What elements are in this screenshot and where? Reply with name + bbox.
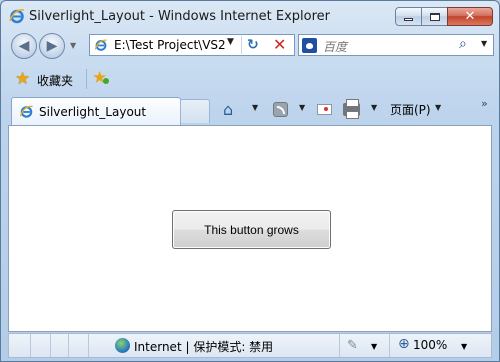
back-button[interactable]: ◀ [11,33,37,59]
back-icon: ◀ [18,38,30,54]
search-input[interactable]: 百度 [323,38,347,55]
search-box[interactable]: 百度 ⌕ ▼ [298,34,494,56]
ie-page-icon [94,39,107,51]
maximize-button[interactable] [421,7,448,26]
forward-icon: ▶ [46,38,58,54]
page-menu[interactable]: 页面(P) [390,99,431,119]
zoom-level[interactable]: 100% [413,338,447,352]
title-bar[interactable]: Silverlight_Layout - Windows Internet Ex… [1,1,499,31]
zoom-dropdown-icon[interactable]: ▼ [461,342,467,351]
tab-bar: Silverlight_Layout ⌂ ▼ ▼ ▼ 页面(P) ▼ » [1,93,499,125]
home-icon[interactable]: ⌂ [223,99,233,119]
status-cell [31,334,51,357]
caption-buttons: ✕ [395,7,493,26]
close-button[interactable]: ✕ [447,7,493,26]
ie-icon [9,9,25,24]
add-favorite-icon[interactable]: ★ [92,68,110,88]
tab-label: Silverlight_Layout [39,105,147,119]
maximize-icon [429,12,440,21]
status-bar: Internet | 保护模式: 禁用 ✎ ▼ ⊕ 100% ▼ [8,333,492,358]
address-input[interactable]: E:\Test Project\VS2 [114,38,236,52]
address-separator [241,36,242,54]
security-zone[interactable]: Internet | 保护模式: 禁用 [134,338,273,355]
chevron-more-icon[interactable]: » [481,97,488,110]
search-dropdown-icon[interactable]: ▼ [481,39,487,48]
refresh-icon[interactable]: ↻ [247,37,259,53]
mail-button[interactable] [317,99,332,119]
feed-button[interactable] [273,99,288,119]
status-cell [69,334,89,357]
page-content: This button grows [8,125,492,332]
close-icon: ✕ [464,9,476,24]
ie-tab-icon [19,105,33,118]
globe-icon [115,338,130,353]
tab-silverlight-layout[interactable]: Silverlight_Layout [11,97,181,125]
print-button[interactable] [343,98,360,119]
status-divider [389,334,390,357]
new-tab-button[interactable] [180,99,210,123]
home-dropdown-icon[interactable]: ▼ [252,103,258,112]
address-dropdown-icon[interactable]: ▼ [227,37,234,47]
star-icon: ★ [15,69,31,89]
window-title: Silverlight_Layout - Windows Internet Ex… [29,9,331,24]
minimize-icon [404,18,413,21]
browser-window: Silverlight_Layout - Windows Internet Ex… [0,0,500,362]
history-dropdown-icon[interactable]: ▼ [70,41,76,50]
baidu-engine-icon[interactable] [302,38,317,53]
tools-icon[interactable]: ✎ [347,338,358,353]
print-icon [343,98,360,119]
mail-icon [317,103,332,115]
zoom-icon[interactable]: ⊕ [398,336,410,352]
feed-icon [273,101,288,117]
status-divider [339,334,340,357]
grow-button[interactable]: This button grows [172,210,331,249]
status-cell [51,334,69,357]
print-dropdown-icon[interactable]: ▼ [371,103,377,112]
address-bar[interactable]: E:\Test Project\VS2 ▼ ↻ ✕ [89,34,295,56]
navigation-bar: ◀ ▶ ▼ E:\Test Project\VS2 ▼ ↻ ✕ 百度 ⌕ ▼ [1,31,499,63]
favorites-separator [86,69,87,89]
favorites-button[interactable]: 收藏夹 [37,72,73,89]
favorites-bar: ★ 收藏夹 ★ [1,65,499,93]
tools-dropdown-icon[interactable]: ▼ [371,342,377,351]
minimize-button[interactable] [395,7,422,26]
page-dropdown-icon[interactable]: ▼ [435,103,441,112]
forward-button[interactable]: ▶ [39,33,65,59]
search-icon[interactable]: ⌕ [459,36,467,52]
status-cell [9,334,31,357]
feed-dropdown-icon[interactable]: ▼ [299,103,305,112]
stop-icon[interactable]: ✕ [273,35,286,54]
